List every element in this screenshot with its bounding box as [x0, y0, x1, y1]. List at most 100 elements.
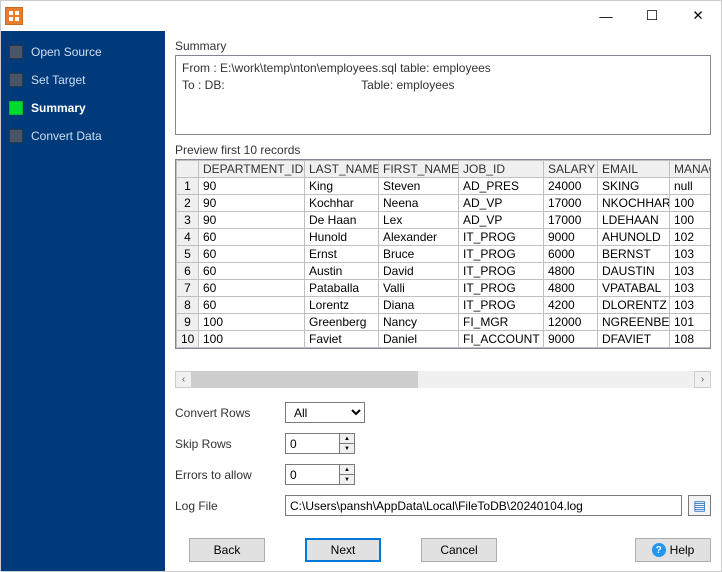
- scroll-thumb[interactable]: [192, 371, 418, 388]
- scroll-right-icon[interactable]: ›: [694, 371, 711, 388]
- table-cell[interactable]: 60: [199, 246, 305, 263]
- table-cell[interactable]: FI_ACCOUNT: [459, 331, 544, 348]
- table-row[interactable]: 290KochharNeenaAD_VP17000NKOCHHAR100: [177, 195, 712, 212]
- table-cell[interactable]: Austin: [305, 263, 379, 280]
- wizard-step-set-target[interactable]: Set Target: [9, 73, 157, 87]
- table-cell[interactable]: Bruce: [379, 246, 459, 263]
- table-row[interactable]: 190KingStevenAD_PRES24000SKINGnull: [177, 178, 712, 195]
- cancel-button[interactable]: Cancel: [421, 538, 497, 562]
- table-cell[interactable]: 90: [199, 212, 305, 229]
- table-cell[interactable]: 60: [199, 229, 305, 246]
- table-cell[interactable]: 100: [670, 212, 712, 229]
- table-cell[interactable]: Lorentz: [305, 297, 379, 314]
- table-cell[interactable]: null: [670, 178, 712, 195]
- table-cell[interactable]: 17000: [544, 195, 598, 212]
- table-cell[interactable]: 103: [670, 263, 712, 280]
- table-cell[interactable]: SKING: [598, 178, 670, 195]
- table-cell[interactable]: AD_VP: [459, 195, 544, 212]
- column-header[interactable]: MANAG: [670, 161, 712, 178]
- table-row[interactable]: 9100GreenbergNancyFI_MGR12000NGREENBE101: [177, 314, 712, 331]
- table-cell[interactable]: 90: [199, 178, 305, 195]
- horizontal-scrollbar[interactable]: ‹ ›: [175, 371, 711, 388]
- table-row[interactable]: 760PataballaValliIT_PROG4800VPATABAL103: [177, 280, 712, 297]
- table-cell[interactable]: 6000: [544, 246, 598, 263]
- close-button[interactable]: ✕: [675, 1, 721, 31]
- table-cell[interactable]: DFAVIET: [598, 331, 670, 348]
- table-cell[interactable]: 103: [670, 246, 712, 263]
- skip-rows-input[interactable]: [285, 433, 339, 454]
- table-cell[interactable]: 12000: [544, 314, 598, 331]
- table-cell[interactable]: Pataballa: [305, 280, 379, 297]
- column-header[interactable]: FIRST_NAME: [379, 161, 459, 178]
- column-header[interactable]: JOB_ID: [459, 161, 544, 178]
- errors-down[interactable]: ▼: [339, 474, 355, 485]
- table-cell[interactable]: Kochhar: [305, 195, 379, 212]
- table-cell[interactable]: Alexander: [379, 229, 459, 246]
- skip-rows-stepper[interactable]: ▲ ▼: [285, 433, 355, 454]
- convert-rows-select[interactable]: All: [285, 402, 365, 423]
- minimize-button[interactable]: —: [583, 1, 629, 31]
- table-cell[interactable]: 101: [670, 314, 712, 331]
- table-row[interactable]: 860LorentzDianaIT_PROG4200DLORENTZ103: [177, 297, 712, 314]
- table-row[interactable]: 10100FavietDanielFI_ACCOUNT9000DFAVIET10…: [177, 331, 712, 348]
- table-cell[interactable]: 102: [670, 229, 712, 246]
- table-cell[interactable]: Neena: [379, 195, 459, 212]
- table-cell[interactable]: 108: [670, 331, 712, 348]
- table-cell[interactable]: Lex: [379, 212, 459, 229]
- wizard-step-open-source[interactable]: Open Source: [9, 45, 157, 59]
- table-cell[interactable]: VPATABAL: [598, 280, 670, 297]
- table-row[interactable]: 390De HaanLexAD_VP17000LDEHAAN100: [177, 212, 712, 229]
- table-cell[interactable]: FI_MGR: [459, 314, 544, 331]
- table-cell[interactable]: DAUSTIN: [598, 263, 670, 280]
- table-cell[interactable]: Diana: [379, 297, 459, 314]
- scroll-track[interactable]: [192, 371, 694, 388]
- table-row[interactable]: 460HunoldAlexanderIT_PROG9000AHUNOLD102: [177, 229, 712, 246]
- table-cell[interactable]: NKOCHHAR: [598, 195, 670, 212]
- table-cell[interactable]: LDEHAAN: [598, 212, 670, 229]
- table-cell[interactable]: 100: [199, 331, 305, 348]
- table-row[interactable]: 560ErnstBruceIT_PROG6000BERNST103: [177, 246, 712, 263]
- table-cell[interactable]: Faviet: [305, 331, 379, 348]
- preview-table[interactable]: DEPARTMENT_IDLAST_NAMEFIRST_NAMEJOB_IDSA…: [175, 159, 711, 349]
- table-cell[interactable]: 60: [199, 280, 305, 297]
- wizard-step-convert-data[interactable]: Convert Data: [9, 129, 157, 143]
- table-cell[interactable]: Greenberg: [305, 314, 379, 331]
- table-cell[interactable]: 24000: [544, 178, 598, 195]
- table-cell[interactable]: 9000: [544, 331, 598, 348]
- table-cell[interactable]: 60: [199, 297, 305, 314]
- column-header[interactable]: LAST_NAME: [305, 161, 379, 178]
- table-cell[interactable]: IT_PROG: [459, 263, 544, 280]
- next-button[interactable]: Next: [305, 538, 381, 562]
- table-cell[interactable]: 17000: [544, 212, 598, 229]
- table-cell[interactable]: Daniel: [379, 331, 459, 348]
- table-cell[interactable]: Hunold: [305, 229, 379, 246]
- maximize-button[interactable]: ☐: [629, 1, 675, 31]
- table-cell[interactable]: BERNST: [598, 246, 670, 263]
- table-cell[interactable]: IT_PROG: [459, 246, 544, 263]
- table-cell[interactable]: DLORENTZ: [598, 297, 670, 314]
- table-cell[interactable]: 9000: [544, 229, 598, 246]
- table-cell[interactable]: 100: [199, 314, 305, 331]
- table-cell[interactable]: AHUNOLD: [598, 229, 670, 246]
- column-header[interactable]: EMAIL: [598, 161, 670, 178]
- table-cell[interactable]: De Haan: [305, 212, 379, 229]
- table-cell[interactable]: 90: [199, 195, 305, 212]
- errors-stepper[interactable]: ▲ ▼: [285, 464, 355, 485]
- skip-rows-down[interactable]: ▼: [339, 443, 355, 454]
- wizard-step-summary[interactable]: Summary: [9, 101, 157, 115]
- table-cell[interactable]: 100: [670, 195, 712, 212]
- table-cell[interactable]: IT_PROG: [459, 280, 544, 297]
- table-cell[interactable]: IT_PROG: [459, 297, 544, 314]
- errors-input[interactable]: [285, 464, 339, 485]
- errors-up[interactable]: ▲: [339, 464, 355, 474]
- table-cell[interactable]: 4200: [544, 297, 598, 314]
- table-cell[interactable]: AD_VP: [459, 212, 544, 229]
- table-cell[interactable]: 4800: [544, 263, 598, 280]
- scroll-left-icon[interactable]: ‹: [175, 371, 192, 388]
- table-cell[interactable]: 103: [670, 280, 712, 297]
- table-cell[interactable]: Nancy: [379, 314, 459, 331]
- table-cell[interactable]: Ernst: [305, 246, 379, 263]
- column-header[interactable]: SALARY: [544, 161, 598, 178]
- table-cell[interactable]: David: [379, 263, 459, 280]
- table-cell[interactable]: IT_PROG: [459, 229, 544, 246]
